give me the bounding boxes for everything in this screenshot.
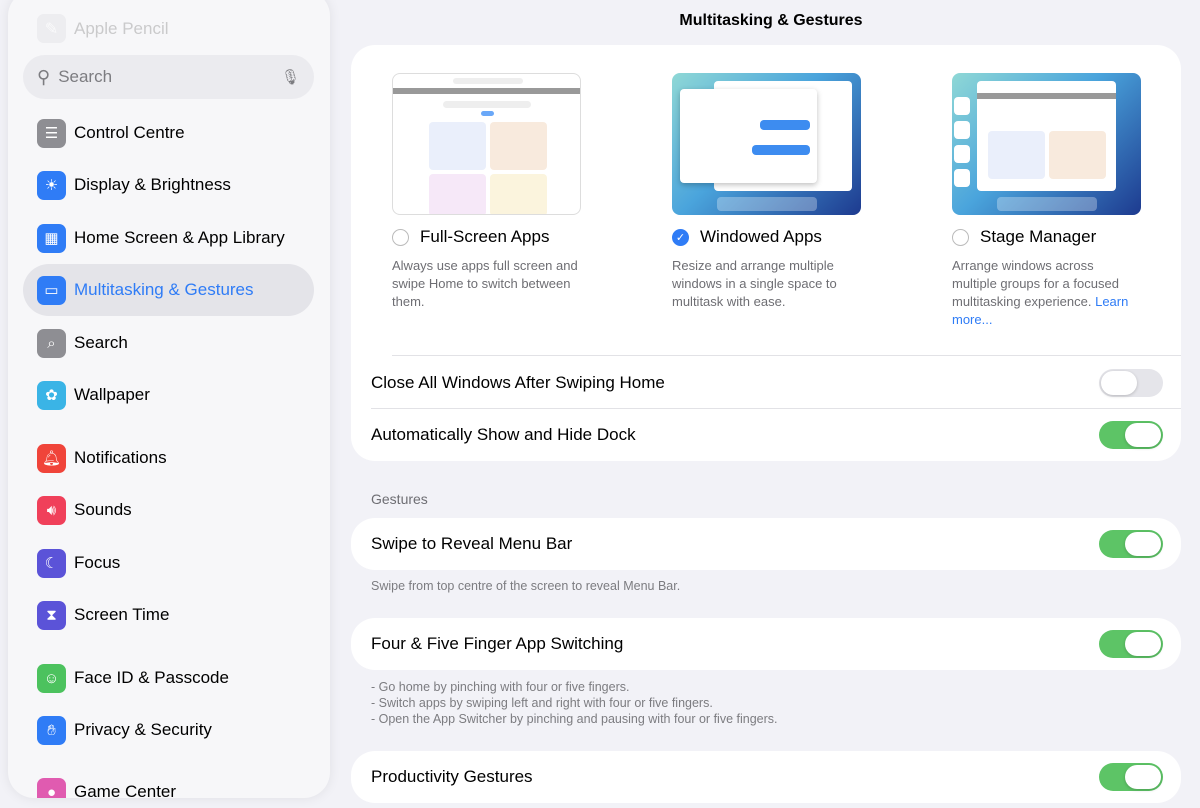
sidebar-item-game-center[interactable]: ● Game Center	[23, 766, 314, 798]
footer-line: - Switch apps by swiping left and right …	[371, 695, 777, 711]
sidebar-item-label: Search	[74, 333, 128, 353]
speaker-icon: 🔊︎	[37, 496, 66, 525]
faceid-icon: ☺	[37, 664, 66, 693]
swipe-menu-bar-toggle[interactable]	[1099, 530, 1163, 558]
radio-stage-manager[interactable]	[952, 229, 969, 246]
setting-label: Swipe to Reveal Menu Bar	[371, 534, 572, 554]
mode-description: Always use apps full screen and swipe Ho…	[392, 257, 582, 311]
bell-icon: 🔔︎	[37, 444, 66, 473]
sidebar-item-label: Display & Brightness	[74, 175, 231, 195]
sidebar-item-focus[interactable]: ☾ Focus	[23, 537, 314, 589]
section-header-gestures: Gestures	[371, 491, 428, 507]
multitasking-card: Full-Screen Apps Always use apps full sc…	[351, 45, 1181, 461]
finger-switching-toggle[interactable]	[1099, 630, 1163, 658]
setting-label: Close All Windows After Swiping Home	[371, 373, 665, 393]
sidebar-item-label: Control Centre	[74, 123, 185, 143]
sidebar-item-multitasking-gestures[interactable]: ▭ Multitasking & Gestures	[23, 264, 314, 316]
swipe-menu-bar-card: Swipe to Reveal Menu Bar	[351, 518, 1181, 570]
sidebar: ✎ Apple Pencil ⚲ Search 🎙︎ ☰ Control Cent…	[8, 0, 330, 798]
windowed-illustration	[672, 73, 861, 215]
sidebar-item-screen-time[interactable]: ⧗ Screen Time	[23, 589, 314, 641]
hourglass-icon: ⧗	[37, 601, 66, 630]
sidebar-item-face-id-passcode[interactable]: ☺ Face ID & Passcode	[23, 652, 314, 704]
sidebar-item-notifications[interactable]: 🔔︎ Notifications	[23, 432, 314, 484]
search-input[interactable]: ⚲ Search 🎙︎	[23, 55, 314, 99]
sun-icon: ☀	[37, 171, 66, 200]
setting-label: Four & Five Finger App Switching	[371, 634, 623, 654]
sidebar-item-display-brightness[interactable]: ☀ Display & Brightness	[23, 159, 314, 211]
sidebar-item-label: Game Center	[74, 782, 176, 798]
moon-icon: ☾	[37, 549, 66, 578]
close-windows-row: Close All Windows After Swiping Home	[351, 357, 1181, 409]
stage-manager-illustration	[952, 73, 1141, 215]
sidebar-item-search[interactable]: ⌕ Search	[23, 317, 314, 369]
footer-line: - Go home by pinching with four or five …	[371, 679, 777, 695]
setting-label: Productivity Gestures	[371, 767, 533, 787]
mode-label: Windowed Apps	[700, 227, 822, 247]
page-title: Multitasking & Gestures	[560, 12, 982, 30]
radio-windowed-checked[interactable]: ✓	[672, 229, 689, 246]
mode-full-screen[interactable]: Full-Screen Apps Always use apps full sc…	[392, 73, 582, 311]
sidebar-item-label: Focus	[74, 553, 120, 573]
toggles-icon: ☰	[37, 119, 66, 148]
mode-description: Resize and arrange multiple windows in a…	[672, 257, 862, 311]
sidebar-item-control-centre[interactable]: ☰ Control Centre	[23, 107, 314, 159]
sidebar-item-label: Privacy & Security	[74, 720, 212, 740]
sidebar-item-privacy-security[interactable]: ✋︎ Privacy & Security	[23, 704, 314, 756]
mode-description: Arrange windows across multiple groups f…	[952, 257, 1142, 329]
mode-label: Full-Screen Apps	[420, 227, 549, 247]
pencil-icon: ✎	[37, 14, 66, 43]
finger-switching-card: Four & Five Finger App Switching	[351, 618, 1181, 670]
finger-footer: - Go home by pinching with four or five …	[371, 679, 777, 727]
sidebar-item-wallpaper[interactable]: ✿ Wallpaper	[23, 369, 314, 421]
mode-stage-manager[interactable]: Stage Manager Arrange windows across mul…	[952, 73, 1142, 329]
sidebar-item-label: Notifications	[74, 448, 167, 468]
multitasking-icon: ▭	[37, 276, 66, 305]
sidebar-item-label: Multitasking & Gestures	[74, 280, 254, 300]
radio-full-screen[interactable]	[392, 229, 409, 246]
magnifier-icon: ⌕	[37, 329, 66, 358]
sidebar-item-apple-pencil[interactable]: ✎ Apple Pencil	[37, 14, 169, 43]
close-windows-toggle[interactable]	[1099, 369, 1163, 397]
sidebar-item-sounds[interactable]: 🔊︎ Sounds	[23, 484, 314, 536]
microphone-icon[interactable]: 🎙︎	[281, 68, 300, 86]
footer-line: - Open the App Switcher by pinching and …	[371, 711, 777, 727]
sidebar-item-label: Wallpaper	[74, 385, 150, 405]
sidebar-item-label: Home Screen & App Library	[74, 228, 285, 248]
show-hide-dock-toggle[interactable]	[1099, 421, 1163, 449]
home-grid-icon: ▦	[37, 224, 66, 253]
setting-label: Automatically Show and Hide Dock	[371, 425, 636, 445]
sidebar-item-label: Sounds	[74, 500, 132, 520]
sidebar-item-label: Face ID & Passcode	[74, 668, 229, 688]
swipe-footer: Swipe from top centre of the screen to r…	[371, 578, 680, 594]
hand-icon: ✋︎	[37, 716, 66, 745]
search-placeholder: Search	[58, 67, 112, 87]
search-icon: ⚲	[37, 67, 50, 88]
game-center-icon: ●	[37, 778, 66, 799]
productivity-toggle[interactable]	[1099, 763, 1163, 791]
sidebar-item-home-screen-app-library[interactable]: ▦ Home Screen & App Library	[23, 212, 314, 264]
sidebar-item-label: Screen Time	[74, 605, 169, 625]
show-hide-dock-row: Automatically Show and Hide Dock	[351, 409, 1181, 461]
full-screen-illustration	[392, 73, 581, 215]
mode-windowed[interactable]: ✓ Windowed Apps Resize and arrange multip…	[672, 73, 862, 311]
mode-label: Stage Manager	[980, 227, 1096, 247]
flower-icon: ✿	[37, 381, 66, 410]
sidebar-item-label: Apple Pencil	[74, 19, 169, 39]
productivity-card: Productivity Gestures	[351, 751, 1181, 803]
